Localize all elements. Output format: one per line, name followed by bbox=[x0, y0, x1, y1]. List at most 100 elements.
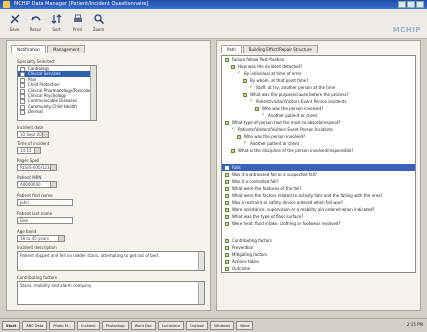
pager-dropdown-icon[interactable] bbox=[50, 165, 56, 170]
tree-item[interactable]: What was the type of floor surface? bbox=[222, 213, 415, 220]
tree-item[interactable]: ✓ By individual at time of error bbox=[222, 70, 415, 77]
pager-field[interactable]: RLS/S-000/1234 bbox=[17, 164, 57, 171]
taskbar-button[interactable]: ABC Data bbox=[22, 321, 48, 330]
tree-item[interactable]: ✓ Another patient or client bbox=[222, 140, 415, 147]
tab-notification[interactable]: Notification bbox=[11, 45, 46, 53]
tree-item[interactable]: Were assistance, supervision or a mobili… bbox=[222, 206, 415, 213]
brand-text: MCHIP bbox=[392, 26, 421, 34]
tab-building-effect[interactable]: Building Effect/Repair Structure bbox=[242, 45, 318, 53]
maximize-button[interactable] bbox=[407, 1, 415, 8]
tree-item[interactable]: How was the incident detected? bbox=[222, 63, 415, 70]
specialty-listbox[interactable]: Cardiology Clinical Services Pain Child … bbox=[17, 65, 97, 121]
taskbar-button[interactable]: Outlook bbox=[186, 321, 209, 330]
tab-management[interactable]: Management bbox=[46, 45, 86, 53]
tree-item-text: Who was the person involved? bbox=[262, 106, 324, 111]
contributing-label: Contributing factors bbox=[17, 275, 58, 280]
first-name-field[interactable]: John bbox=[17, 199, 73, 206]
taskbar-button[interactable]: Lumenera bbox=[157, 321, 185, 330]
checkbox-icon bbox=[225, 165, 229, 170]
incident-date-field[interactable]: 10 Sept 2010 bbox=[17, 131, 49, 138]
tree-item[interactable]: ✓ Patients/Visitors/Visitors Event Person… bbox=[222, 126, 415, 133]
minimize-button[interactable] bbox=[398, 1, 406, 8]
tree-item-text: How was the incident detected? bbox=[238, 64, 303, 69]
description-scrollbar[interactable] bbox=[198, 252, 204, 270]
tree-item[interactable]: Prevention bbox=[222, 244, 415, 251]
tree-item[interactable]: Contributing factors bbox=[222, 237, 415, 244]
tree-item[interactable]: ✓ Another patient or client bbox=[222, 112, 415, 119]
taskbar-button[interactable]: Photo M... bbox=[49, 321, 76, 330]
tree-item[interactable]: By whom, at that point time? bbox=[222, 77, 415, 84]
taskbar-button[interactable]: Word Doc bbox=[130, 321, 156, 330]
tree-item[interactable]: Falls bbox=[222, 164, 415, 171]
listbox-scrollbar[interactable] bbox=[90, 66, 96, 120]
taskbar: Start ABC Data Photo M... Incident Photoshop… bbox=[0, 318, 427, 332]
tree-item[interactable]: Were heat, fluid intake, clothing or foo… bbox=[222, 220, 415, 227]
tree-item[interactable]: Who was the person involved? bbox=[222, 133, 415, 140]
tree-item[interactable]: ✓ Patient/visitor/Visitors Event Person I… bbox=[222, 98, 415, 105]
tree-item[interactable]: ✓ Staff, at try, another person at the ti… bbox=[222, 84, 415, 91]
print-button[interactable]: Print bbox=[67, 9, 88, 39]
tree-item-text: What was the purpose/cause before the pr… bbox=[250, 92, 349, 97]
tree-item[interactable]: Failure follow Post-fixation bbox=[222, 56, 415, 63]
sort-icon bbox=[51, 14, 61, 24]
start-button[interactable]: Start bbox=[2, 321, 21, 330]
checkbox-icon bbox=[243, 92, 247, 97]
tree-item-text: Falls bbox=[232, 165, 241, 170]
tree-item[interactable]: What is the discipline of the person inv… bbox=[222, 147, 415, 154]
specialty-label: Specialty Selected: bbox=[17, 59, 56, 64]
tree-item-text: Staff, at try, another person at the tim… bbox=[256, 85, 336, 90]
calendar-dropdown-icon[interactable] bbox=[42, 132, 48, 137]
contributing-scrollbar[interactable] bbox=[198, 282, 204, 304]
age-dropdown-icon[interactable] bbox=[58, 236, 64, 241]
taskbar-button[interactable]: Windows bbox=[210, 321, 235, 330]
time-dropdown-icon[interactable] bbox=[34, 148, 40, 153]
patient-dropdown-icon[interactable] bbox=[50, 182, 56, 187]
checkbox-icon bbox=[225, 245, 229, 250]
description-value: Patient slipped and fell on ladder stair… bbox=[20, 253, 160, 258]
close-button[interactable] bbox=[416, 1, 424, 8]
save-button[interactable]: Save bbox=[4, 9, 25, 39]
tree-item[interactable]: Was it a controlled fall? bbox=[222, 178, 415, 185]
checkbox-icon bbox=[225, 57, 229, 62]
checkbox-icon bbox=[225, 221, 229, 226]
tree-item-text: What type of person had the most to abso… bbox=[232, 120, 341, 125]
checkbox-icon bbox=[225, 186, 229, 191]
taskbar-button[interactable]: Incident bbox=[77, 321, 100, 330]
age-band-select[interactable]: 18 to 45 years bbox=[17, 235, 65, 242]
description-textarea[interactable]: Patient slipped and fell on ladder stair… bbox=[17, 251, 205, 271]
checkbox-icon bbox=[225, 200, 229, 205]
tree-item[interactable]: Was it a witnessed fall or a suspected f… bbox=[222, 171, 415, 178]
contributing-textarea[interactable]: Stairs, mobility and alarm company bbox=[17, 281, 205, 305]
checkbox-icon bbox=[225, 172, 229, 177]
tree-item[interactable]: What were the factors related to activit… bbox=[222, 192, 415, 199]
taskbar-button[interactable]: Photoshop bbox=[101, 321, 129, 330]
zoom-button[interactable]: Zoom bbox=[88, 9, 109, 39]
recur-button[interactable]: Recur bbox=[25, 9, 46, 39]
tree-item[interactable]: What was the purpose/cause before the pr… bbox=[222, 91, 415, 98]
tree-item-text: What was the type of floor surface? bbox=[232, 214, 304, 219]
tab-path[interactable]: Path bbox=[221, 45, 242, 53]
tree-item[interactable]: What were the features of the fall? bbox=[222, 185, 415, 192]
tree-item[interactable]: Mitigating factors bbox=[222, 251, 415, 258]
tree-item[interactable]: Was a restraint or safety device ordered… bbox=[222, 199, 415, 206]
incident-form-pane: Notification Management Specialty Select… bbox=[6, 40, 211, 311]
taskbar-button[interactable]: Word bbox=[236, 321, 254, 330]
tree-item-text: Contributing factors bbox=[232, 238, 273, 243]
tree-item[interactable]: Actions taken bbox=[222, 258, 415, 265]
check-icon: ✓ bbox=[237, 70, 242, 76]
print-icon bbox=[73, 14, 82, 22]
patient-mrn-field[interactable]: A0000000 bbox=[17, 181, 57, 188]
undo-icon bbox=[30, 16, 41, 21]
specialty-option[interactable]: Dermat bbox=[18, 109, 96, 116]
tree-item[interactable]: What type of person had the most to abso… bbox=[222, 119, 415, 126]
tree-item[interactable]: Who was the person involved? bbox=[222, 105, 415, 112]
last-name-field[interactable]: Doe bbox=[17, 217, 73, 224]
tree-item-text: Another patient or client bbox=[268, 113, 318, 118]
contributing-value: Stairs, mobility and alarm company bbox=[20, 283, 92, 288]
time-field[interactable]: 14:15 bbox=[17, 147, 41, 154]
window-controls bbox=[398, 1, 424, 8]
checkbox-icon bbox=[243, 78, 247, 83]
tree-item[interactable]: Outcome bbox=[222, 265, 415, 272]
checkbox-icon bbox=[231, 148, 235, 153]
sort-button[interactable]: Sort bbox=[46, 9, 67, 39]
